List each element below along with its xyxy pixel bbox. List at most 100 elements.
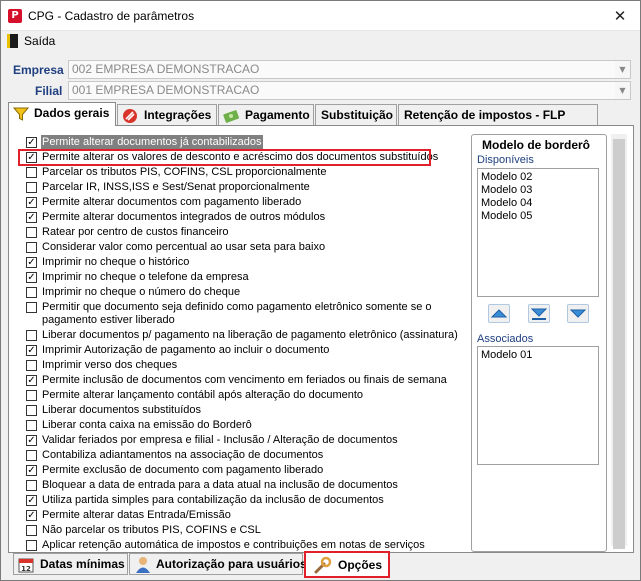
- tab-retencao-impostos[interactable]: Retenção de impostos - FLP: [398, 104, 598, 125]
- close-window-button[interactable]: ✕: [610, 6, 630, 26]
- main-window: P CPG - Cadastro de parâmetros ✕ Saída E…: [0, 0, 641, 581]
- checkbox-unchecked[interactable]: [26, 330, 37, 341]
- available-list[interactable]: Modelo 02 Modelo 03 Modelo 04 Modelo 05: [477, 168, 599, 297]
- checkbox-unchecked[interactable]: [26, 287, 37, 298]
- list-item[interactable]: Modelo 05: [481, 210, 532, 222]
- checkbox-row[interactable]: Aplicar retenção automática de impostos …: [21, 538, 467, 553]
- checkbox-unchecked[interactable]: [26, 182, 37, 193]
- checkbox-checked[interactable]: ✓: [26, 212, 37, 223]
- checkbox-unchecked[interactable]: [26, 405, 37, 416]
- checkbox-label: Permite exclusão de documento com pagame…: [42, 464, 324, 476]
- checkbox-row[interactable]: ✓ Permite exclusão de documento com pagam…: [21, 463, 467, 478]
- empresa-field[interactable]: 002 EMPRESA DEMONSTRACAO: [68, 60, 631, 79]
- checkbox-row[interactable]: ✓ Permite alterar datas Entrada/Emissão: [21, 508, 467, 523]
- checkbox-row[interactable]: Liberar documentos substituídos: [21, 403, 467, 418]
- checkbox-label: Imprimir verso dos cheques: [42, 359, 178, 371]
- list-item[interactable]: Modelo 03: [481, 184, 532, 196]
- checkbox-row[interactable]: Imprimir verso dos cheques: [21, 358, 467, 373]
- checkbox-unchecked[interactable]: [26, 227, 37, 238]
- checkbox-row[interactable]: ✓ Permite inclusão de documentos com venc…: [21, 373, 467, 388]
- checkbox-unchecked[interactable]: [26, 242, 37, 253]
- checkbox-row[interactable]: Permite alterar lançamento contábil após…: [21, 388, 467, 403]
- window-title: CPG - Cadastro de parâmetros: [28, 9, 195, 23]
- checkbox-row[interactable]: Permitir que documento seja definido com…: [21, 300, 467, 328]
- tab-dados-gerais[interactable]: Dados gerais: [8, 102, 116, 126]
- checkbox-checked[interactable]: ✓: [26, 257, 37, 268]
- checkbox-row[interactable]: ✓ Permite alterar documentos com pagament…: [21, 195, 467, 210]
- checkbox-unchecked[interactable]: [26, 525, 37, 536]
- list-item[interactable]: Modelo 04: [481, 197, 532, 209]
- move-up-button[interactable]: [488, 304, 510, 323]
- checkbox-label: Utiliza partida simples para contabiliza…: [42, 494, 384, 506]
- tab-datas-minimas[interactable]: 12 Datas mínimas: [13, 553, 128, 575]
- tab-pagamento[interactable]: Pagamento: [218, 104, 314, 125]
- move-down-bottom-button[interactable]: [528, 304, 550, 323]
- tab-opcoes[interactable]: Opções: [304, 551, 390, 578]
- menu-bar: [1, 31, 640, 51]
- checkbox-row[interactable]: ✓ Permite alterar documentos integrados d…: [21, 210, 467, 225]
- checkbox-checked[interactable]: ✓: [26, 137, 37, 148]
- checkbox-unchecked[interactable]: [26, 540, 37, 551]
- menu-exit[interactable]: Saída: [24, 34, 55, 48]
- exit-door-icon[interactable]: [7, 34, 18, 48]
- tab-label: Datas mínimas: [40, 557, 125, 571]
- checkbox-unchecked[interactable]: [26, 480, 37, 491]
- checkbox-label: Contabiliza adiantamentos na associação …: [42, 449, 324, 461]
- empresa-dropdown-icon[interactable]: ▼: [615, 61, 630, 78]
- funnel-icon: [13, 107, 29, 121]
- checkbox-row[interactable]: ✓ Validar feriados por empresa e filial -…: [21, 433, 467, 448]
- checkbox-row[interactable]: Parcelar IR, INSS,ISS e Sest/Senat propo…: [21, 180, 467, 195]
- checkbox-label: Permitir que documento seja definido com…: [42, 301, 432, 326]
- checkbox-unchecked[interactable]: [26, 420, 37, 431]
- checkbox-label: Validar feriados por empresa e filial - …: [42, 434, 398, 446]
- tab-substituicao[interactable]: Substituição: [315, 104, 397, 125]
- checkbox-checked[interactable]: ✓: [26, 510, 37, 521]
- checkbox-checked[interactable]: ✓: [26, 495, 37, 506]
- filial-field[interactable]: 001 EMPRESA DEMONSTRACAO: [68, 81, 631, 100]
- checkbox-row[interactable]: ✓ Imprimir Autorização de pagamento ao in…: [21, 343, 467, 358]
- checkbox-row[interactable]: ✓ Permite alterar documentos já contabili…: [21, 135, 467, 150]
- scrollbar-thumb[interactable]: [613, 139, 625, 549]
- app-logo-icon: P: [8, 9, 22, 23]
- checkbox-row[interactable]: Liberar conta caixa na emissão do Border…: [21, 418, 467, 433]
- checkbox-label: Imprimir no cheque o telefone da empresa: [42, 271, 249, 283]
- associated-label: Associados: [477, 333, 534, 345]
- associated-list[interactable]: Modelo 01: [477, 346, 599, 465]
- checkbox-unchecked[interactable]: [26, 390, 37, 401]
- checkbox-label: Parcelar IR, INSS,ISS e Sest/Senat propo…: [42, 181, 310, 193]
- checkbox-unchecked[interactable]: [26, 360, 37, 371]
- checkbox-unchecked[interactable]: [26, 450, 37, 461]
- checkbox-row[interactable]: Ratear por centro de custos financeiro: [21, 225, 467, 240]
- checkbox-row[interactable]: ✓ Utiliza partida simples para contabiliz…: [21, 493, 467, 508]
- tab-integracoes[interactable]: Integrações: [117, 104, 217, 125]
- checkbox-row[interactable]: Bloquear a data de entrada para a data a…: [21, 478, 467, 493]
- integration-icon: [123, 109, 137, 123]
- checkbox-row[interactable]: ✓ Imprimir no cheque o histórico: [21, 255, 467, 270]
- checkbox-row[interactable]: ✓ Imprimir no cheque o telefone da empres…: [21, 270, 467, 285]
- checkbox-checked[interactable]: ✓: [26, 272, 37, 283]
- move-down-button[interactable]: [567, 304, 589, 323]
- checkbox-checked[interactable]: ✓: [26, 345, 37, 356]
- checkbox-unchecked[interactable]: [26, 302, 37, 313]
- vertical-scrollbar[interactable]: [611, 134, 627, 549]
- checkbox-label: Bloquear a data de entrada para a data a…: [42, 479, 398, 491]
- list-item[interactable]: Modelo 01: [481, 349, 532, 361]
- checkbox-row[interactable]: Considerar valor como percentual ao usar…: [21, 240, 467, 255]
- checkbox-checked[interactable]: ✓: [26, 435, 37, 446]
- tab-label: Retenção de impostos - FLP: [404, 108, 566, 122]
- tab-autorizacao-usuarios[interactable]: Autorização para usuários: [129, 553, 307, 575]
- checkbox-checked[interactable]: ✓: [26, 465, 37, 476]
- checkbox-label: Permite alterar datas Entrada/Emissão: [42, 509, 231, 521]
- checkbox-label: Imprimir no cheque o número do cheque: [42, 286, 241, 298]
- checkbox-row[interactable]: Imprimir no cheque o número do cheque: [21, 285, 467, 300]
- checkbox-row[interactable]: Não parcelar os tributos PIS, COFINS e C…: [21, 523, 467, 538]
- checkbox-label: Permite alterar documentos com pagamento…: [42, 196, 302, 208]
- filial-dropdown-icon[interactable]: ▼: [615, 82, 630, 99]
- checkbox-row[interactable]: Liberar documentos p/ pagamento na liber…: [21, 328, 467, 343]
- checkbox-row[interactable]: Parcelar os tributos PIS, COFINS, CSL pr…: [21, 165, 467, 180]
- checkbox-checked[interactable]: ✓: [26, 375, 37, 386]
- list-item[interactable]: Modelo 02: [481, 171, 532, 183]
- checkbox-row[interactable]: Contabiliza adiantamentos na associação …: [21, 448, 467, 463]
- checkbox-checked[interactable]: ✓: [26, 197, 37, 208]
- checkbox-unchecked[interactable]: [26, 167, 37, 178]
